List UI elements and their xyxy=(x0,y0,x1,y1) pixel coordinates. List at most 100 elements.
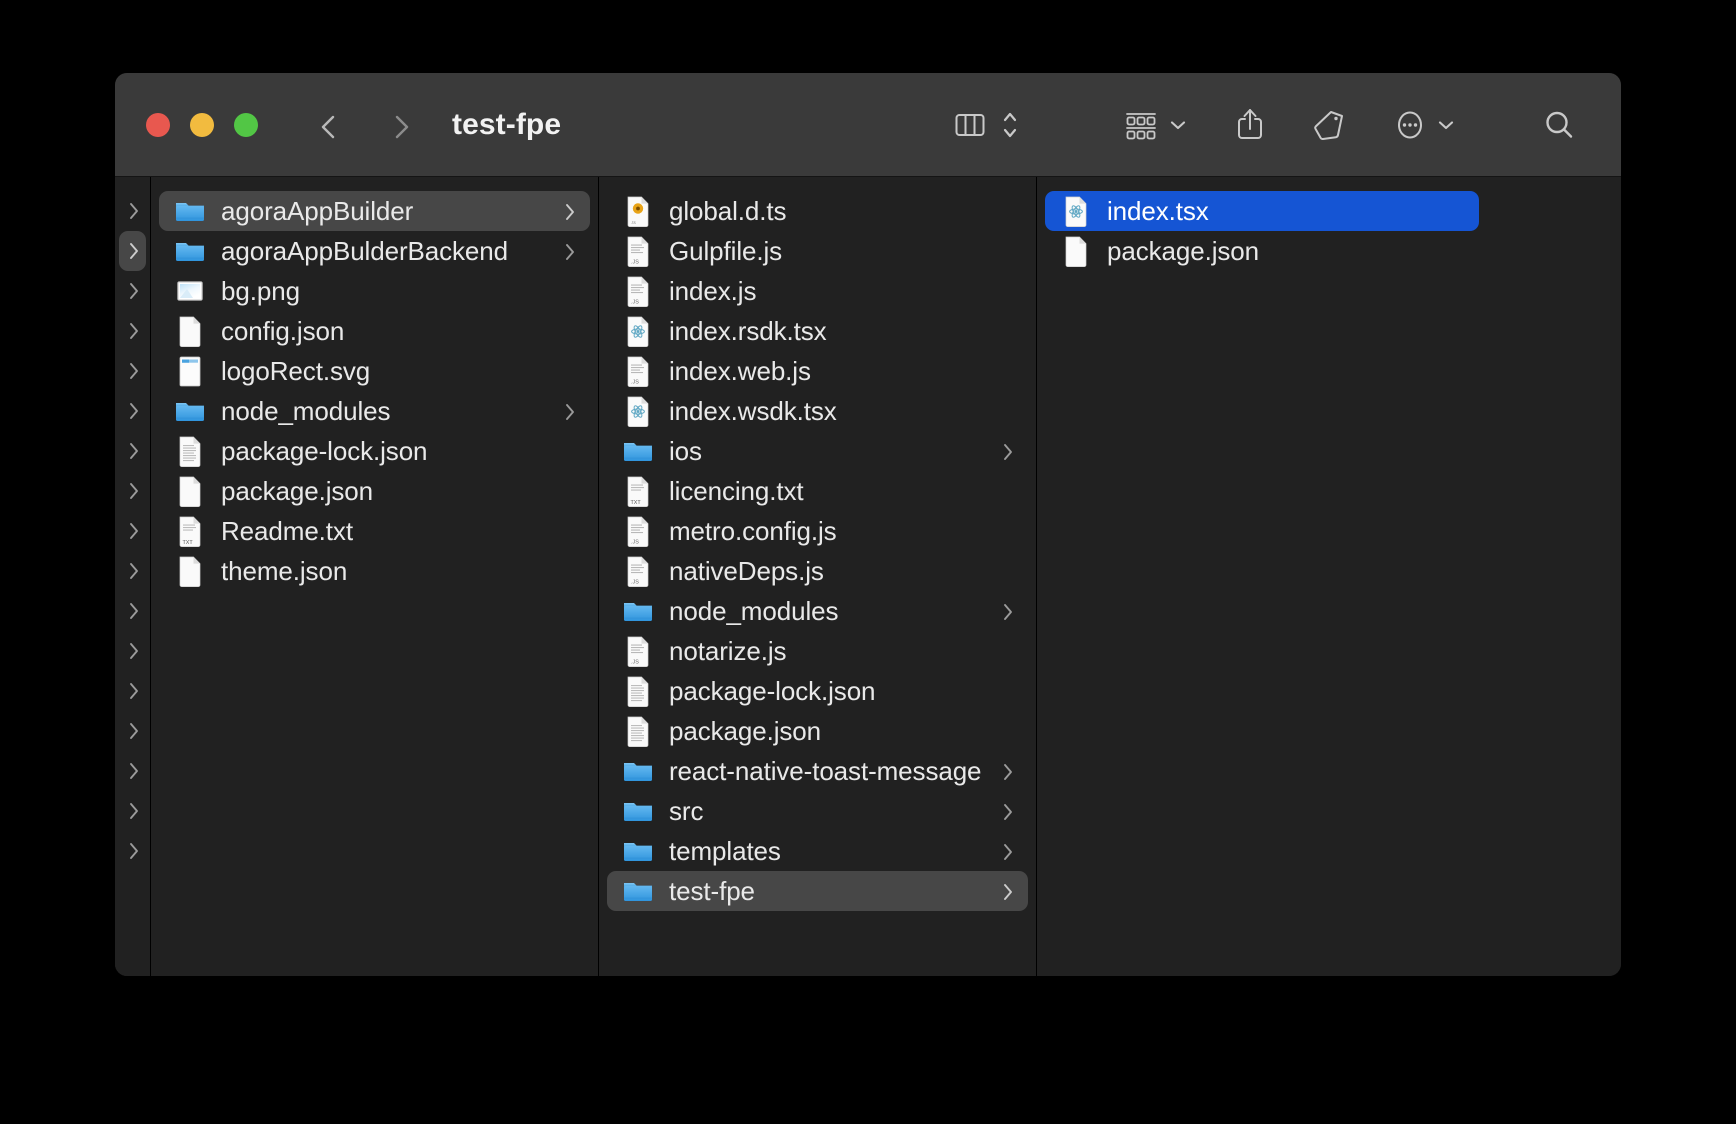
chevron-right-icon[interactable] xyxy=(126,360,142,382)
js-icon: .JS xyxy=(623,234,653,268)
list-item[interactable] xyxy=(119,391,146,431)
chevron-right-icon[interactable] xyxy=(388,112,414,138)
close-button[interactable] xyxy=(146,112,170,137)
chevron-left-icon[interactable] xyxy=(316,112,342,138)
list-item-label: test-fpe xyxy=(669,875,755,906)
list-item[interactable]: .JS metro.config.js xyxy=(607,511,1028,551)
list-item[interactable] xyxy=(119,511,146,551)
list-item[interactable]: logoRect.svg xyxy=(159,351,590,391)
list-item[interactable]: index.tsx xyxy=(1045,191,1479,231)
list-item[interactable]: bg.png xyxy=(159,271,590,311)
list-item[interactable] xyxy=(119,351,146,391)
column-agoraAppBuilder-contents[interactable]: .ts global.d.ts .JS Gulpfile.js .JS index.js i… xyxy=(599,177,1037,976)
list-item[interactable]: package-lock.json xyxy=(159,431,590,471)
chevron-right-icon[interactable] xyxy=(1000,841,1016,861)
list-item[interactable]: TXT Readme.txt xyxy=(159,511,590,551)
column-test-fpe-contents[interactable]: index.tsx package.json xyxy=(1037,177,1487,976)
svg-text:.ts: .ts xyxy=(631,220,637,225)
chevron-right-icon[interactable] xyxy=(126,680,142,702)
folder-icon xyxy=(175,194,205,228)
more-actions-button[interactable] xyxy=(1393,107,1455,143)
list-item[interactable] xyxy=(119,191,146,231)
list-item[interactable] xyxy=(119,711,146,751)
list-item[interactable] xyxy=(119,751,146,791)
list-item[interactable] xyxy=(119,671,146,711)
list-item[interactable]: node_modules xyxy=(159,391,590,431)
chevron-down-icon[interactable] xyxy=(1169,119,1187,131)
chevron-right-icon[interactable] xyxy=(126,560,142,582)
list-item[interactable]: .JS index.js xyxy=(607,271,1028,311)
list-item[interactable]: templates xyxy=(607,831,1028,871)
chevron-right-icon[interactable] xyxy=(126,520,142,542)
chevron-right-icon[interactable] xyxy=(1000,881,1016,901)
chevron-right-icon[interactable] xyxy=(1000,601,1016,621)
chevron-right-icon[interactable] xyxy=(562,241,578,261)
list-item[interactable]: package.json xyxy=(607,711,1028,751)
minimize-button[interactable] xyxy=(190,112,214,137)
share-button[interactable] xyxy=(1235,106,1265,144)
list-item[interactable]: src xyxy=(607,791,1028,831)
list-item[interactable] xyxy=(119,631,146,671)
chevron-right-icon[interactable] xyxy=(126,720,142,742)
chevron-right-icon[interactable] xyxy=(126,400,142,422)
list-item[interactable]: config.json xyxy=(159,311,590,351)
list-item[interactable]: package-lock.json xyxy=(607,671,1028,711)
list-item[interactable]: .JS index.web.js xyxy=(607,351,1028,391)
chevron-right-icon[interactable] xyxy=(126,640,142,662)
svg-text:.JS: .JS xyxy=(631,660,639,666)
list-item-label: templates xyxy=(669,835,781,866)
chevron-right-icon[interactable] xyxy=(126,800,142,822)
chevron-right-icon[interactable] xyxy=(1000,441,1016,461)
chevron-right-icon[interactable] xyxy=(126,200,142,222)
list-item[interactable] xyxy=(119,271,146,311)
chevron-right-icon[interactable] xyxy=(562,401,578,421)
chevron-right-icon[interactable] xyxy=(1000,761,1016,781)
list-item[interactable]: .JS notarize.js xyxy=(607,631,1028,671)
chevron-right-icon[interactable] xyxy=(126,440,142,462)
list-item[interactable]: .ts global.d.ts xyxy=(607,191,1028,231)
chevron-right-icon[interactable] xyxy=(1000,801,1016,821)
list-item[interactable]: index.wsdk.tsx xyxy=(607,391,1028,431)
view-mode-column-button[interactable] xyxy=(953,108,987,142)
list-item[interactable] xyxy=(119,311,146,351)
list-item[interactable]: react-native-toast-message xyxy=(607,751,1028,791)
chevron-right-icon[interactable] xyxy=(126,480,142,502)
up-down-stepper-icon[interactable] xyxy=(1001,107,1019,143)
list-item[interactable]: package.json xyxy=(159,471,590,511)
chevron-right-icon[interactable] xyxy=(126,840,142,862)
list-item[interactable] xyxy=(119,471,146,511)
list-item[interactable]: .JS Gulpfile.js xyxy=(607,231,1028,271)
chevron-right-icon[interactable] xyxy=(126,280,142,302)
list-item[interactable]: ios xyxy=(607,431,1028,471)
column-ancestor-sliver[interactable] xyxy=(115,177,151,976)
search-icon[interactable] xyxy=(1541,107,1577,143)
group-grid-button[interactable] xyxy=(1123,108,1187,142)
list-item[interactable]: .JS nativeDeps.js xyxy=(607,551,1028,591)
list-item[interactable] xyxy=(119,551,146,591)
chevron-right-icon[interactable] xyxy=(562,201,578,221)
chevron-right-icon[interactable] xyxy=(126,760,142,782)
chevron-down-icon[interactable] xyxy=(1437,119,1455,131)
column-agoraAppBuilder-parent[interactable]: agoraAppBuilder agoraAppBulderBackend bg.p… xyxy=(151,177,599,976)
doc-text-icon xyxy=(175,434,205,468)
list-item[interactable]: agoraAppBuilder xyxy=(159,191,590,231)
chevron-right-icon[interactable] xyxy=(126,320,142,342)
list-item[interactable] xyxy=(119,591,146,631)
list-item[interactable] xyxy=(119,791,146,831)
maximize-button[interactable] xyxy=(234,112,258,137)
list-item[interactable]: test-fpe xyxy=(607,871,1028,911)
list-item[interactable] xyxy=(119,231,146,271)
list-item[interactable]: TXT licencing.txt xyxy=(607,471,1028,511)
list-item[interactable]: node_modules xyxy=(607,591,1028,631)
list-item[interactable]: theme.json xyxy=(159,551,590,591)
tag-button[interactable] xyxy=(1311,107,1347,143)
list-item-label: index.js xyxy=(669,275,757,306)
list-item[interactable] xyxy=(119,431,146,471)
list-item[interactable]: agoraAppBulderBackend xyxy=(159,231,590,271)
chevron-right-icon[interactable] xyxy=(126,600,142,622)
folder-icon xyxy=(623,594,653,628)
list-item[interactable]: index.rsdk.tsx xyxy=(607,311,1028,351)
list-item[interactable]: package.json xyxy=(1045,231,1479,271)
list-item[interactable] xyxy=(119,831,146,871)
chevron-right-icon[interactable] xyxy=(126,240,142,262)
